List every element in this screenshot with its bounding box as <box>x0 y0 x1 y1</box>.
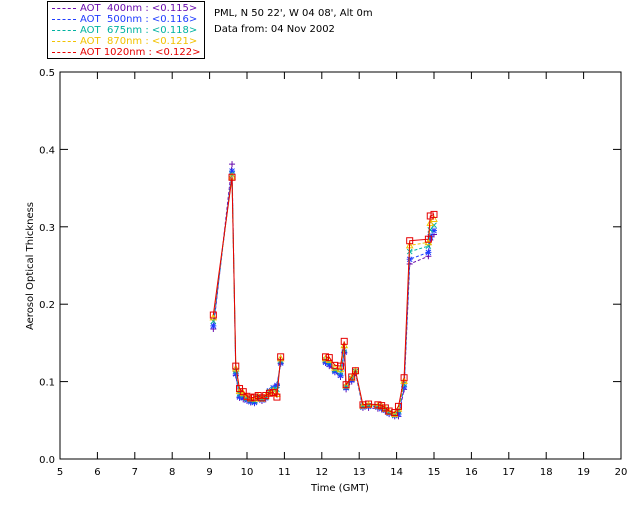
x-axis-ticks: 5 6 7 8 9 10 11 12 13 14 15 16 17 18 19 20 <box>57 72 628 478</box>
x-tick-label: 10 <box>241 467 254 478</box>
x-tick-label: 20 <box>615 467 628 478</box>
x-tick-label: 16 <box>465 467 478 478</box>
aot-chart: 5 6 7 8 9 10 11 12 13 14 15 16 17 18 19 20 0.0 0.1 0.2 0.3… <box>25 68 628 494</box>
y-tick-label: 0.4 <box>39 145 55 156</box>
x-tick-label: 19 <box>577 467 590 478</box>
y-tick-label: 0.1 <box>39 378 55 389</box>
legend-swatch <box>52 8 76 9</box>
x-tick-label: 6 <box>94 467 100 478</box>
y-tick-label: 0.3 <box>39 223 55 234</box>
data-point <box>337 372 344 379</box>
legend: AOT 400nm : <0.115> AOT 500nm : <0.116> … <box>47 1 205 59</box>
x-axis-label: Time (GMT) <box>310 483 369 494</box>
y-axis-label: Aerosol Optical Thickness <box>25 202 36 330</box>
x-tick-label: 12 <box>315 467 328 478</box>
plot-frame <box>59 71 622 460</box>
data-date: Data from: 04 Nov 2002 <box>214 24 335 35</box>
legend-item-870nm: AOT 870nm : <0.121> <box>48 36 204 47</box>
legend-label: AOT 400nm : <0.115> <box>80 3 198 14</box>
legend-label: AOT 870nm : <0.121> <box>80 36 198 47</box>
legend-item-675nm: AOT 675nm : <0.118> <box>48 25 204 36</box>
legend-label: AOT 500nm : <0.116> <box>80 14 198 25</box>
legend-swatch <box>52 19 76 20</box>
x-tick-label: 17 <box>502 467 515 478</box>
x-tick-label: 8 <box>169 467 175 478</box>
data-point <box>425 249 432 256</box>
legend-item-400nm: AOT 400nm : <0.115> <box>48 3 204 14</box>
x-tick-label: 13 <box>353 467 366 478</box>
y-tick-label: 0.0 <box>39 455 55 466</box>
x-tick-label: 18 <box>540 467 553 478</box>
x-tick-label: 14 <box>390 467 403 478</box>
y-tick-label: 0.5 <box>39 68 55 79</box>
legend-item-1020nm: AOT 1020nm : <0.122> <box>48 47 204 58</box>
legend-label: AOT 1020nm : <0.122> <box>80 47 201 58</box>
x-tick-label: 9 <box>206 467 212 478</box>
y-tick-label: 0.2 <box>39 300 55 311</box>
legend-swatch <box>52 30 76 31</box>
legend-label: AOT 675nm : <0.118> <box>80 25 198 36</box>
site-location: PML, N 50 22', W 04 08', Alt 0m <box>214 8 373 19</box>
y-axis-ticks: 0.0 0.1 0.2 0.3 0.4 0.5 <box>39 68 621 466</box>
x-tick-label: 11 <box>278 467 291 478</box>
legend-item-500nm: AOT 500nm : <0.116> <box>48 14 204 25</box>
series-3 <box>209 172 438 418</box>
x-tick-label: 5 <box>57 467 63 478</box>
data-point <box>229 161 236 168</box>
site-info: PML, N 50 22', W 04 08', Alt 0m Data fro… <box>214 6 373 38</box>
series-layer <box>209 161 438 420</box>
x-tick-label: 15 <box>428 467 441 478</box>
legend-swatch <box>52 52 76 53</box>
legend-swatch <box>52 41 76 42</box>
x-tick-label: 7 <box>132 467 138 478</box>
